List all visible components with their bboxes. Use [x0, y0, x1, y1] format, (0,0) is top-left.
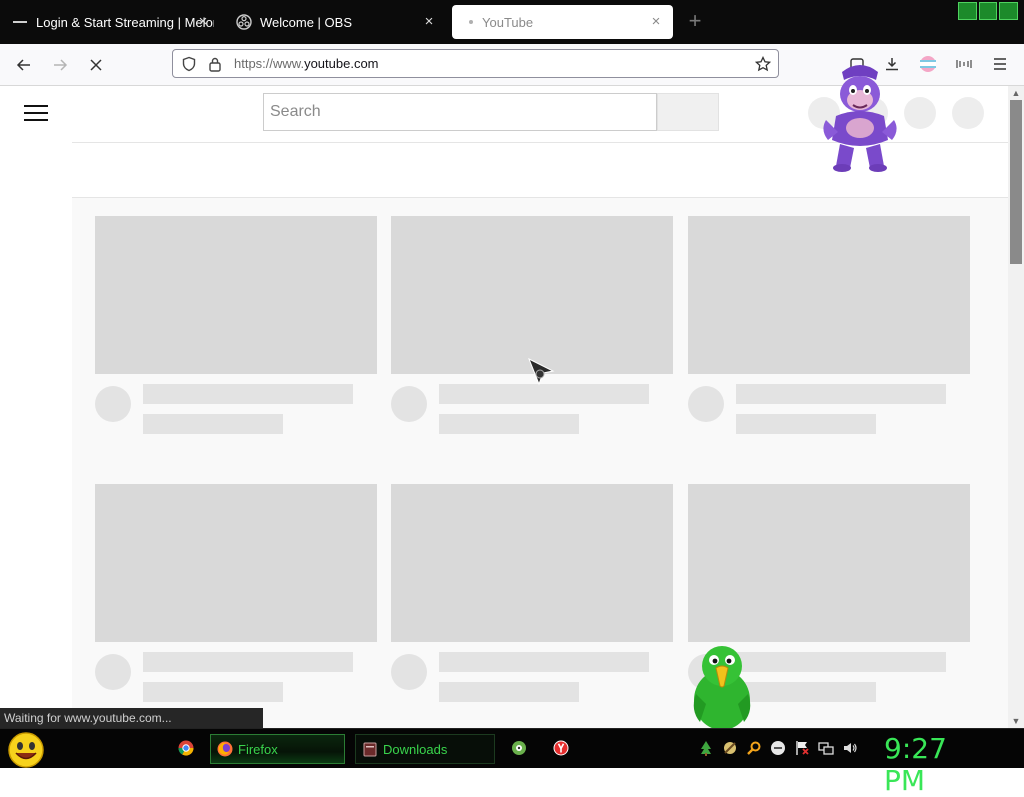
scroll-down-arrow-icon[interactable]: ▼: [1008, 714, 1024, 728]
stop-button[interactable]: [83, 52, 109, 78]
scroll-up-arrow-icon[interactable]: ▲: [1008, 86, 1024, 100]
hamburger-menu-icon: [994, 58, 1006, 70]
header-placeholder-icon: [952, 97, 984, 129]
close-window-button[interactable]: [999, 2, 1019, 20]
tab-melon[interactable]: Login & Start Streaming | Melon ×: [4, 5, 214, 39]
url-domain: youtube.com: [304, 56, 379, 71]
channel-avatar-placeholder: [95, 386, 131, 422]
maximize-button[interactable]: [978, 2, 998, 20]
bonzi-buddy-icon[interactable]: [818, 62, 902, 174]
channel-avatar-placeholder: [95, 654, 131, 690]
meta-placeholder: [439, 682, 579, 702]
title-placeholder: [736, 652, 946, 672]
smiley-start-button-icon[interactable]: [7, 731, 45, 769]
close-tab-icon[interactable]: ×: [647, 13, 665, 31]
url-prefix: https://www.: [234, 56, 305, 71]
taskbar-downloads-button[interactable]: Downloads: [355, 734, 495, 764]
meta-placeholder: [143, 414, 283, 434]
chrome-icon[interactable]: [177, 739, 195, 757]
yandex-icon[interactable]: [552, 739, 570, 757]
task-label: Downloads: [383, 741, 448, 757]
forward-arrow-icon: [54, 59, 68, 71]
taskbar: Firefox Downloads 9:27 PM: [0, 728, 1024, 797]
thumbnail-placeholder: [95, 216, 377, 374]
url-bar[interactable]: https://www.youtube.com: [172, 49, 779, 78]
extension-button[interactable]: [952, 52, 976, 76]
extension-icon: [956, 60, 972, 68]
scrollbar-thumb[interactable]: [1010, 100, 1022, 264]
title-placeholder: [143, 652, 353, 672]
title-placeholder: [143, 384, 353, 404]
chat-tray-icon[interactable]: [770, 740, 786, 756]
window-controls: [958, 2, 1019, 20]
loading-status: Waiting for www.youtube.com...: [0, 708, 263, 728]
close-tab-icon[interactable]: ×: [194, 13, 212, 31]
tab-strip: Login & Start Streaming | Melon × Welcom…: [0, 0, 1024, 44]
search-box[interactable]: [263, 93, 657, 131]
stop-x-icon: [90, 59, 102, 71]
video-card-skeleton: [95, 484, 377, 702]
close-tab-icon[interactable]: ×: [420, 13, 438, 31]
thumbnail-placeholder: [688, 484, 970, 642]
search-tray-icon[interactable]: [746, 740, 762, 756]
back-button[interactable]: [11, 52, 37, 78]
loading-dot-icon: [466, 14, 476, 30]
youtube-page: [0, 86, 1008, 728]
tab-obs[interactable]: Welcome | OBS ×: [228, 5, 446, 39]
header-placeholder-icon: [904, 97, 936, 129]
back-arrow-icon: [16, 59, 30, 71]
lock-icon[interactable]: [206, 55, 224, 73]
action-center-flag-icon[interactable]: [794, 740, 810, 756]
url-text[interactable]: https://www.youtube.com: [234, 56, 379, 71]
green-disc-icon[interactable]: [510, 739, 528, 757]
video-card-skeleton: [391, 484, 673, 702]
obs-favicon-icon: [236, 14, 252, 30]
video-card-skeleton: [391, 216, 673, 434]
forward-button[interactable]: [47, 52, 73, 78]
meta-placeholder: [143, 682, 283, 702]
channel-avatar-placeholder: [391, 654, 427, 690]
network-tray-icon[interactable]: [818, 740, 834, 756]
search-input[interactable]: [264, 94, 656, 130]
account-button[interactable]: [916, 52, 940, 76]
thumbnail-placeholder: [391, 484, 673, 642]
meta-placeholder: [439, 414, 579, 434]
thumbnail-placeholder: [391, 216, 673, 374]
video-card-skeleton: [688, 484, 970, 702]
video-card-skeleton: [688, 216, 970, 434]
shield-icon[interactable]: [180, 55, 198, 73]
meta-placeholder: [736, 414, 876, 434]
app-menu-button[interactable]: [988, 52, 1012, 76]
firefox-icon: [217, 741, 233, 757]
channel-avatar-placeholder: [688, 386, 724, 422]
tab-title: Welcome | OBS: [260, 14, 352, 30]
tab-title: YouTube: [482, 14, 534, 30]
taskbar-clock[interactable]: 9:27 PM: [884, 733, 994, 797]
guide-menu-icon[interactable]: [24, 100, 48, 124]
search-button[interactable]: [657, 93, 719, 131]
new-tab-button[interactable]: +: [683, 9, 707, 33]
account-avatar-icon: [920, 56, 936, 72]
bonzi-tray-icon[interactable]: [722, 740, 738, 756]
thumbnail-placeholder: [688, 216, 970, 374]
tab-title: Login & Start Streaming | Melon: [36, 14, 214, 30]
minimize-button[interactable]: [958, 2, 977, 20]
video-card-skeleton: [95, 216, 377, 434]
bookmark-star-icon[interactable]: [754, 55, 772, 73]
mouse-cursor-icon: [528, 358, 555, 386]
melon-favicon-icon: [12, 14, 28, 30]
guide-sidebar: [0, 142, 72, 728]
title-placeholder: [439, 652, 649, 672]
folder-icon: [362, 741, 378, 757]
task-label: Firefox: [238, 741, 278, 757]
volume-tray-icon[interactable]: [842, 740, 858, 756]
thumbnail-placeholder: [95, 484, 377, 642]
taskbar-firefox-button[interactable]: Firefox: [210, 734, 345, 764]
green-parrot-icon[interactable]: [686, 642, 758, 730]
vertical-scrollbar[interactable]: ▲ ▼: [1008, 86, 1024, 728]
tab-youtube[interactable]: YouTube ×: [452, 5, 673, 39]
channel-avatar-placeholder: [391, 386, 427, 422]
title-placeholder: [736, 384, 946, 404]
tree-tray-icon[interactable]: [698, 740, 714, 756]
